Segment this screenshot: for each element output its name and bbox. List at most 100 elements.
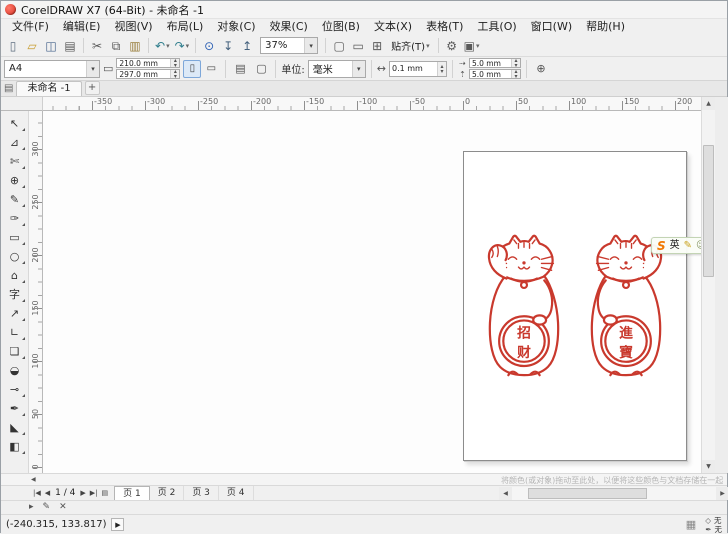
paste-button[interactable]: ▥: [126, 37, 144, 55]
last-page-button[interactable]: ▶|: [88, 489, 100, 497]
sogou-logo-icon[interactable]: S: [657, 240, 666, 252]
document-page[interactable]: 招 财 進 寶: [463, 151, 687, 461]
fullscreen-preview-button[interactable]: ▢: [330, 37, 348, 55]
pen-icon[interactable]: ✎: [43, 503, 51, 512]
save-document-button[interactable]: ◫: [42, 37, 60, 55]
spinner-buttons[interactable]: ▴ ▾: [511, 59, 520, 67]
cut-button[interactable]: ✂: [88, 37, 106, 55]
menu-item[interactable]: 窗口(W): [524, 19, 579, 35]
zoom-tool[interactable]: ⊕: [3, 171, 26, 190]
undo-button[interactable]: ↶ ▾: [153, 37, 172, 55]
page-tab[interactable]: 页 2: [150, 486, 185, 500]
page-tab[interactable]: 页 1: [114, 486, 150, 500]
spin-down-icon[interactable]: ▾: [171, 74, 179, 79]
chevron-down-icon[interactable]: ▾: [304, 38, 318, 53]
nudge-offset-input[interactable]: 0.1 mm ▴ ▾: [389, 60, 447, 77]
freehand-tool[interactable]: ✎: [3, 190, 26, 209]
scroll-down-button[interactable]: ▼: [702, 460, 715, 473]
artistic-media-tool[interactable]: ✑: [3, 209, 26, 228]
outline-pen-tool[interactable]: ✒: [3, 399, 26, 418]
spin-down-icon[interactable]: ▾: [512, 63, 520, 68]
palette-grid-icon[interactable]: ▦: [686, 518, 696, 531]
crop-tool[interactable]: ✄: [3, 152, 26, 171]
vertical-scrollbar[interactable]: ▲ ▼: [701, 97, 715, 473]
chevron-down-icon[interactable]: ▾: [351, 60, 365, 77]
export-button[interactable]: ↥: [238, 37, 256, 55]
duplicate-distance-x-input[interactable]: 5.0 mm ▴ ▾: [469, 58, 521, 68]
search-content-button[interactable]: ⊙: [200, 37, 218, 55]
chevron-down-icon[interactable]: ▾: [86, 60, 99, 77]
delete-icon[interactable]: ✕: [59, 503, 67, 512]
menu-item[interactable]: 文件(F): [5, 19, 56, 35]
add-page-button[interactable]: ▤: [100, 489, 111, 497]
print-button[interactable]: ▤: [61, 37, 79, 55]
spin-down-icon[interactable]: ▾: [512, 74, 520, 79]
ruler-origin-corner[interactable]: [1, 97, 43, 111]
menu-item[interactable]: 编辑(E): [56, 19, 108, 35]
lucky-cat-right[interactable]: 進 寶: [580, 234, 672, 382]
spin-down-icon[interactable]: ▾: [171, 63, 179, 68]
menu-item[interactable]: 位图(B): [315, 19, 367, 35]
chevron-down-icon[interactable]: ▾: [186, 42, 190, 50]
redo-button[interactable]: ↷ ▾: [173, 37, 192, 55]
shape-tool[interactable]: ⊿: [3, 133, 26, 152]
scroll-left-button[interactable]: ◀: [499, 487, 512, 500]
menu-item[interactable]: 工具(O): [470, 19, 523, 35]
parallel-dimension-tool[interactable]: ↗: [3, 304, 26, 323]
all-pages-button[interactable]: ▤: [231, 60, 249, 78]
ime-pen-icon[interactable]: ✎: [684, 240, 692, 251]
menu-item[interactable]: 文本(X): [367, 19, 419, 35]
first-page-button[interactable]: |◀: [31, 489, 43, 497]
menu-item[interactable]: 帮助(H): [579, 19, 632, 35]
next-page-button[interactable]: ▶: [78, 489, 87, 497]
spinner-buttons[interactable]: ▴ ▾: [511, 70, 520, 78]
lucky-cat-left[interactable]: 招 财: [478, 234, 570, 382]
menu-item[interactable]: 布局(L): [160, 19, 211, 35]
ime-toolbar[interactable]: S 英 ✎ ☺: [651, 237, 701, 254]
drop-shadow-tool[interactable]: ❏: [3, 342, 26, 361]
portrait-button[interactable]: ▯: [183, 59, 202, 78]
duplicate-distance-y-input[interactable]: 5.0 mm ▴ ▾: [469, 69, 521, 79]
page-width-input[interactable]: 210.0 mm ▴ ▾: [116, 58, 181, 68]
text-tool[interactable]: 字: [3, 285, 26, 304]
new-document-button[interactable]: ▯: [4, 37, 22, 55]
document-tab[interactable]: 未命名 -1: [16, 81, 82, 96]
ime-mode-label[interactable]: 英: [670, 240, 680, 251]
landscape-button[interactable]: ▭: [202, 60, 220, 78]
document-palette[interactable]: ◀ 将颜色(或对象)拖动至此处，以便将这些颜色与文档存储在一起: [1, 473, 727, 485]
connector-tool[interactable]: ∟: [3, 323, 26, 342]
color-eyedropper-tool[interactable]: ⊸: [3, 380, 26, 399]
spinner-buttons[interactable]: ▴ ▾: [437, 61, 446, 76]
menu-item[interactable]: 对象(C): [210, 19, 262, 35]
page-size-preset-combo[interactable]: A4 ▾: [4, 59, 100, 78]
new-document-tab-button[interactable]: +: [84, 81, 100, 95]
current-page-button[interactable]: ▢: [252, 60, 270, 78]
spinner-buttons[interactable]: ▴ ▾: [170, 59, 180, 68]
pick-tool[interactable]: ↖: [3, 114, 26, 133]
scroll-up-button[interactable]: ▲: [702, 97, 715, 110]
vertical-scrollbar-thumb[interactable]: [703, 145, 714, 277]
transparency-tool[interactable]: ◒: [3, 361, 26, 380]
horizontal-scrollbar[interactable]: ◀ ▶: [499, 487, 728, 500]
spin-down-icon[interactable]: ▾: [438, 68, 446, 74]
artwork-group[interactable]: 招 财 進 寶: [476, 234, 674, 382]
show-rulers-button[interactable]: ▭: [349, 37, 367, 55]
status-expand-button[interactable]: ▶: [111, 518, 125, 531]
options-plus-button[interactable]: ⊕: [532, 60, 550, 78]
page-tab[interactable]: 页 3: [184, 486, 219, 500]
menu-item[interactable]: 效果(C): [263, 19, 315, 35]
flyout-arrow-icon[interactable]: ▸: [29, 503, 34, 512]
chevron-down-icon[interactable]: ▾: [166, 42, 170, 50]
options-button[interactable]: ⚙: [443, 37, 461, 55]
menu-item[interactable]: 表格(T): [419, 19, 470, 35]
interactive-fill-tool[interactable]: ◧: [3, 437, 26, 456]
application-launcher-button[interactable]: ▣ ▾: [462, 37, 482, 55]
page-tab[interactable]: 页 4: [219, 486, 254, 500]
menu-item[interactable]: 视图(V): [107, 19, 159, 35]
snap-to-dropdown[interactable]: 贴齐(T) ▾: [387, 37, 433, 55]
import-button[interactable]: ↧: [219, 37, 237, 55]
rectangle-tool[interactable]: ▭: [3, 228, 26, 247]
spinner-buttons[interactable]: ▴ ▾: [170, 70, 180, 79]
horizontal-ruler[interactable]: -350 -300 -250 -200 -150 -100 -50 0 50 100 150 200: [43, 97, 701, 111]
units-combo[interactable]: 毫米 ▾: [307, 59, 366, 78]
